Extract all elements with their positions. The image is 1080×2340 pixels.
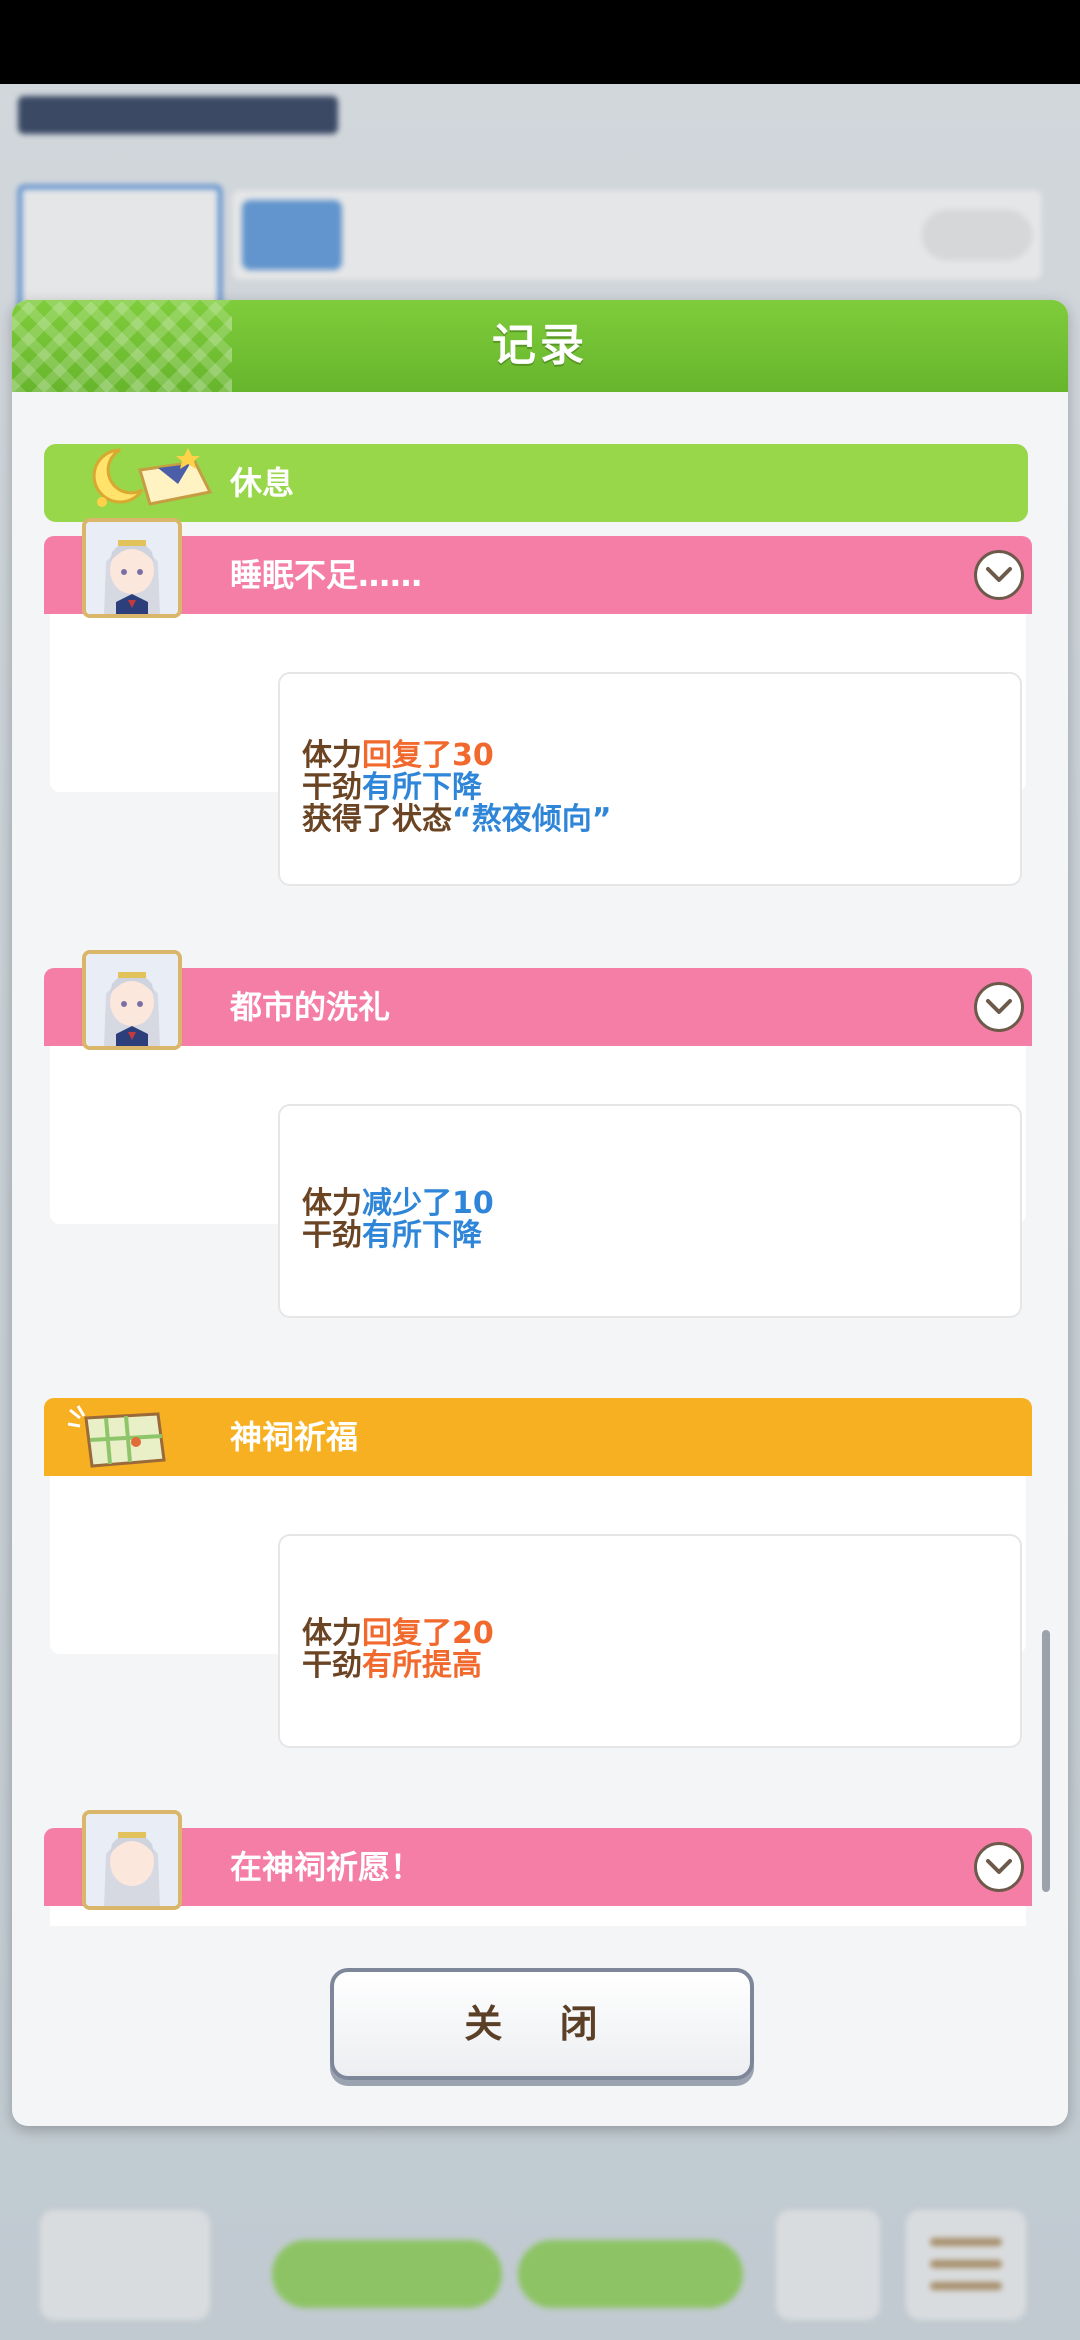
map-icon — [67, 1405, 166, 1468]
chevron-down-icon[interactable] — [974, 1842, 1024, 1892]
event-header-2[interactable]: 都市的洗礼 — [44, 950, 1032, 1050]
event-detail-box-1: 体力回复了30 干劲有所下降 获得了状态“熬夜倾向” — [278, 672, 1022, 886]
event-title-4: 在神祠祈愿！ — [230, 1848, 423, 1886]
log-list[interactable]: 休息 睡眠不足…… 体力回复了30 干劲有所下降 获得了状态“熬夜倾向” 都市的… — [26, 402, 1046, 1926]
event-header-3: 神祠祈福 — [44, 1398, 1032, 1476]
status-bar — [0, 0, 1080, 84]
close-button[interactable]: 关 闭 — [330, 1968, 754, 2080]
event-card-4: 在神祠祈愿！ — [44, 1810, 1032, 1926]
chevron-down-icon[interactable] — [974, 550, 1024, 600]
event-detail-box-2: 体力减少了10 干劲有所下降 — [278, 1104, 1022, 1318]
event-card-2: 都市的洗礼 体力减少了10 干劲有所下降 — [44, 950, 1032, 1318]
character-portrait-icon — [82, 518, 182, 618]
event-header-1[interactable]: 睡眠不足…… — [44, 518, 1032, 618]
character-portrait-icon — [82, 1810, 182, 1910]
character-portrait-icon — [82, 950, 182, 1050]
close-button-label: 关 闭 — [464, 2002, 620, 2046]
detail-line: 干劲有所下降 — [302, 1218, 482, 1253]
event-card-3: 神祠祈福 体力回复了20 干劲有所提高 — [44, 1398, 1032, 1748]
event-title-1: 睡眠不足…… — [230, 556, 423, 594]
event-header-4[interactable]: 在神祠祈愿！ — [44, 1810, 1032, 1910]
scrollbar[interactable] — [1042, 1630, 1050, 1892]
detail-line: 干劲有所提高 — [302, 1648, 482, 1683]
moon-pillow-icon — [92, 448, 213, 507]
event-title-3: 神祠祈福 — [230, 1418, 359, 1456]
event-title-2: 都市的洗礼 — [230, 988, 391, 1026]
detail-line: 获得了状态“熬夜倾向” — [302, 802, 612, 837]
chevron-down-icon[interactable] — [974, 982, 1024, 1032]
log-dialog: 记录 休息 睡眠不足…… 体力回复了30 干劲有所下降 获得了状态“熬夜倾向” … — [12, 300, 1068, 2126]
dialog-title: 记录 — [492, 320, 588, 371]
rest-label: 休息 — [230, 464, 295, 502]
rest-banner: 休息 — [44, 444, 1028, 522]
event-detail-box-3: 体力回复了20 干劲有所提高 — [278, 1534, 1022, 1748]
dialog-header: 记录 — [12, 300, 1068, 392]
event-card-1: 睡眠不足…… 体力回复了30 干劲有所下降 获得了状态“熬夜倾向” — [44, 518, 1032, 886]
